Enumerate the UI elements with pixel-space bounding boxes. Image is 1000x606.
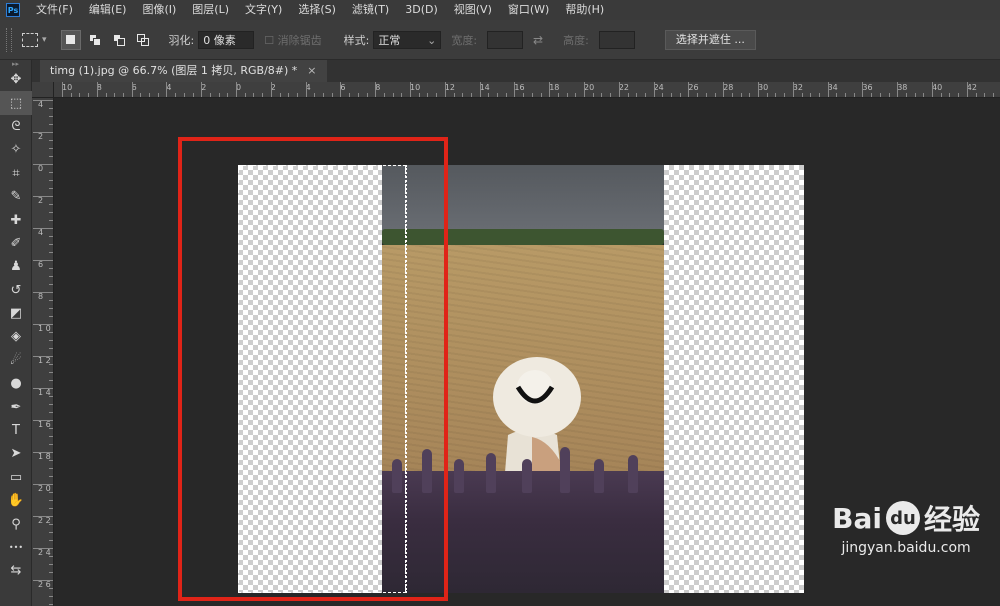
transparent-area-right[interactable]: [664, 165, 804, 593]
tools-panel: ▸▸ ✥ ⬚ ᘓ ✧ ⌗ ✎ ✚ ✐ ♟ ↺ ◩ ◈ ☄ ● ✒ T ➤ ▭ ✋ ⚲ ••• ⇆: [0, 60, 32, 606]
antialias-checkbox[interactable]: ☐ 消除锯齿: [264, 32, 321, 48]
ruler-h-label: 32: [792, 83, 803, 92]
healing-tool-icon[interactable]: ✚: [0, 208, 32, 231]
horizontal-ruler[interactable]: 10 8 6 4 2 0 2 4 6 8 10 12 14 16 18 20 22 24 26 28 30 32 34 36 3…: [54, 82, 1000, 98]
crop-tool-icon[interactable]: ⌗: [0, 162, 32, 185]
close-icon[interactable]: ×: [307, 60, 316, 82]
ruler-v-label: 2: [38, 132, 44, 141]
rect-marquee-preset-icon[interactable]: [22, 32, 38, 47]
menu-item[interactable]: 文件(F): [28, 0, 81, 20]
type-tool-icon[interactable]: T: [0, 419, 32, 442]
feather-label: 羽化:: [168, 33, 195, 47]
lasso-tool-icon[interactable]: ᘓ: [0, 115, 32, 138]
swap-width-height-icon[interactable]: ⇄: [533, 33, 543, 47]
ruler-v-label: 0: [38, 164, 44, 173]
baidu-watermark: Bai du 经验 jingyan.baidu.com: [832, 498, 980, 556]
antialias-label: 消除锯齿: [277, 33, 322, 47]
width-label: 宽度:: [451, 33, 478, 47]
menu-item[interactable]: 视图(V): [446, 0, 500, 20]
menu-item[interactable]: 选择(S): [290, 0, 344, 20]
ruler-v-label: 6: [38, 260, 44, 269]
menu-item[interactable]: 图层(L): [184, 0, 237, 20]
ruler-h-label: 14: [479, 83, 490, 92]
document-tab-bar: timg (1).jpg @ 66.7% (图层 1 拷贝, RGB/8#) *…: [32, 60, 1000, 82]
ruler-v-label: 4: [38, 100, 44, 109]
document-tab[interactable]: timg (1).jpg @ 66.7% (图层 1 拷贝, RGB/8#) *…: [40, 60, 327, 82]
rect-marquee-tool-icon[interactable]: ⬚: [0, 91, 32, 115]
ruler-h-label: 16: [514, 83, 525, 92]
hand-tool-icon[interactable]: ✋: [0, 489, 32, 512]
subtract-selection-button[interactable]: [109, 30, 129, 50]
brush-tool-icon[interactable]: ✐: [0, 232, 32, 255]
vertical-ruler[interactable]: 42024681 01 21 41 61 82 02 22 42 6: [32, 98, 54, 606]
ruler-h-label: 34: [827, 83, 838, 92]
watermark-brand: Bai: [832, 501, 882, 535]
menu-item[interactable]: 文字(Y): [237, 0, 290, 20]
ruler-h-label: 26: [688, 83, 699, 92]
watermark-suffix: 经验: [923, 503, 980, 536]
ruler-h-label: 20: [584, 83, 595, 92]
menu-item[interactable]: 图像(I): [134, 0, 184, 20]
ruler-h-label: 22: [618, 83, 629, 92]
more-tools-icon[interactable]: •••: [0, 536, 32, 559]
document-tab-title: timg (1).jpg @ 66.7% (图层 1 拷贝, RGB/8#) *: [50, 64, 298, 77]
ruler-h-label: 10: [62, 83, 73, 92]
ruler-h-label: 12: [444, 83, 455, 92]
ruler-h-label: 24: [653, 83, 664, 92]
height-input[interactable]: [598, 30, 635, 49]
swap-colors-icon[interactable]: ⇆: [0, 559, 32, 582]
ruler-h-label: 10: [410, 83, 421, 92]
ruler-h-label: 18: [549, 83, 560, 92]
stamp-tool-icon[interactable]: ♟: [0, 255, 32, 278]
menu-bar: Ps 文件(F) 编辑(E) 图像(I) 图层(L) 文字(Y) 选择(S) 滤镜(T) 3D…: [0, 0, 1000, 20]
ruler-h-label: 40: [932, 83, 943, 92]
new-selection-button[interactable]: [60, 29, 81, 50]
ruler-origin[interactable]: [32, 82, 54, 98]
eyedropper-tool-icon[interactable]: ✎: [0, 185, 32, 208]
collapse-panel-icon[interactable]: ▸▸: [0, 60, 31, 68]
bucket-tool-icon[interactable]: ◈: [0, 325, 32, 348]
baidu-paw-icon: du: [885, 501, 920, 535]
ruler-h-label: 42: [966, 83, 977, 92]
menu-item[interactable]: 帮助(H): [557, 0, 612, 20]
path-select-tool-icon[interactable]: ➤: [0, 442, 32, 465]
ruler-h-label: 38: [897, 83, 908, 92]
zoom-tool-icon[interactable]: ⚲: [0, 512, 32, 535]
menu-item[interactable]: 编辑(E): [81, 0, 135, 20]
menu-item[interactable]: 窗口(W): [500, 0, 557, 20]
style-select[interactable]: 正常 ⌄: [373, 30, 442, 49]
height-label: 高度:: [563, 33, 589, 47]
feather-input[interactable]: 0 像素: [198, 30, 255, 49]
dodge-tool-icon[interactable]: ●: [0, 372, 32, 395]
pen-tool-icon[interactable]: ✒: [0, 395, 32, 418]
move-tool-icon[interactable]: ✥: [0, 68, 32, 91]
highlight-annotation-box: [178, 137, 448, 601]
chevron-down-icon: ⌄: [427, 33, 437, 47]
eraser-tool-icon[interactable]: ◩: [0, 302, 32, 325]
style-label: 样式:: [343, 33, 370, 47]
history-brush-tool-icon[interactable]: ↺: [0, 279, 32, 302]
ruler-h-label: 30: [758, 83, 769, 92]
ruler-v-label: 2: [38, 196, 44, 205]
width-input[interactable]: [487, 30, 524, 49]
watermark-url: jingyan.baidu.com: [841, 540, 971, 556]
intersect-selection-button[interactable]: [133, 30, 153, 50]
rectangle-tool-icon[interactable]: ▭: [0, 466, 32, 489]
ruler-v-label: 4: [38, 228, 44, 237]
add-selection-button[interactable]: [85, 30, 105, 50]
ruler-v-label: 8: [38, 292, 44, 301]
menu-item[interactable]: 滤镜(T): [344, 0, 397, 20]
style-value: 正常: [378, 33, 401, 47]
ruler-h-label: 36: [862, 83, 873, 92]
smudge-tool-icon[interactable]: ☄: [0, 349, 32, 372]
ruler-h-label: 28: [723, 83, 734, 92]
magic-wand-tool-icon[interactable]: ✧: [0, 138, 32, 161]
options-grip-icon: [6, 27, 12, 52]
photoshop-logo-icon: Ps: [6, 3, 20, 17]
menu-item[interactable]: 3D(D): [397, 0, 446, 20]
chevron-down-icon[interactable]: ▾: [42, 35, 47, 45]
select-and-mask-button[interactable]: 选择并遮住 ...: [664, 29, 756, 50]
options-bar: ▾ 羽化: 0 像素 ☐ 消除锯齿 样式: 正常 ⌄ 宽度: ⇄ 高度: 选择并遮…: [0, 20, 1000, 60]
